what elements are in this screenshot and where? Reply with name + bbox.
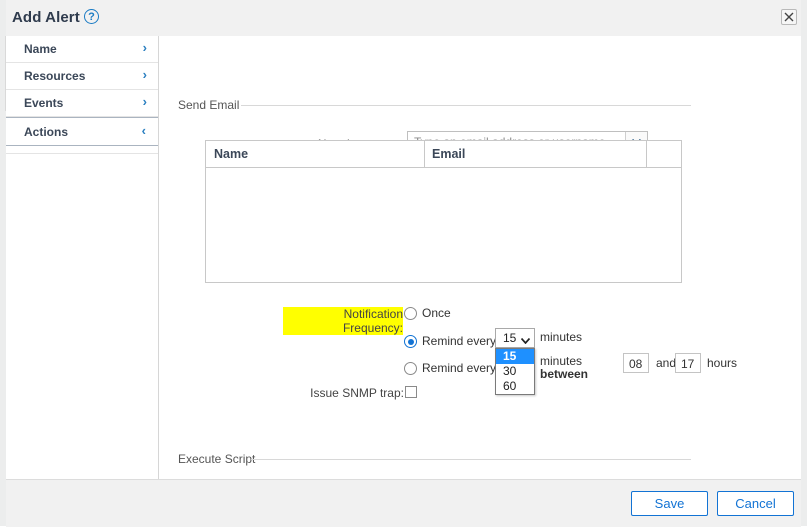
notification-frequency-label: Notification Frequency: (283, 307, 403, 335)
minutes-option-30[interactable]: 30 (496, 364, 534, 379)
dialog-title: Add Alert (12, 9, 80, 26)
start-hour-input[interactable]: 08 (623, 353, 649, 373)
snmp-trap-label: Issue SNMP trap: (309, 386, 404, 400)
end-hour-value: 17 (681, 357, 694, 371)
chevron-right-icon: › (143, 67, 147, 82)
execute-script-section-rule (251, 459, 691, 460)
minutes-between-label-line2: between (540, 367, 588, 381)
sidebar-item-name[interactable]: Name › (6, 36, 159, 63)
minutes-option-60[interactable]: 60 (496, 379, 534, 394)
end-hour-input[interactable]: 17 (675, 353, 701, 373)
add-alert-dialog: Add Alert ? Name › Resources › (6, 0, 801, 526)
page-right-edge (801, 0, 807, 526)
save-button[interactable]: Save (631, 491, 708, 516)
column-header-email: Email (432, 147, 465, 161)
question-circle-icon[interactable]: ? (84, 9, 99, 24)
hours-label: hours (707, 356, 737, 370)
dialog-titlebar: Add Alert ? (6, 0, 801, 37)
dialog-footer: Save Cancel (6, 479, 801, 527)
sidebar-item-events[interactable]: Events › (6, 90, 159, 117)
minutes-select-dropdown[interactable]: 15 30 60 (495, 348, 535, 395)
close-x-glyph (784, 12, 794, 22)
radio-remind-every-between[interactable] (404, 362, 417, 375)
recipients-table-header: Name Email (206, 141, 681, 168)
sidebar-item-actions[interactable]: Actions ‹ (6, 117, 159, 146)
chevron-down-glyph (521, 338, 530, 344)
radio-once[interactable] (404, 307, 417, 320)
minutes-select[interactable]: 15 (495, 328, 535, 348)
panel-divider (158, 36, 159, 479)
start-hour-value: 08 (629, 357, 642, 371)
radio-once-label: Once (422, 306, 451, 320)
chevron-down-icon (521, 333, 530, 347)
and-label: and (656, 356, 676, 370)
send-email-section-title: Send Email (178, 98, 246, 112)
radio-remind-every-minutes-label: Remind every (422, 334, 496, 348)
chevron-left-icon: ‹ (142, 123, 146, 138)
radio-remind-every-between-label: Remind every (422, 361, 496, 375)
dialog-body: Name › Resources › Events › Actions ‹ (6, 36, 801, 479)
chevron-right-icon: › (143, 94, 147, 109)
minutes-option-15[interactable]: 15 (496, 349, 534, 364)
chevron-right-icon: › (143, 40, 147, 55)
sidebar-item-label: Events (24, 96, 63, 110)
minutes-between-label-line1: minutes (540, 354, 582, 368)
cancel-button[interactable]: Cancel (717, 491, 794, 516)
send-email-section-rule (241, 105, 691, 106)
wizard-sidebar: Name › Resources › Events › Actions ‹ (6, 36, 159, 146)
radio-remind-every-minutes[interactable] (404, 335, 417, 348)
sidebar-item-label: Resources (24, 69, 85, 83)
actions-panel: Send Email Alert these users: Type an em… (159, 36, 801, 479)
snmp-trap-checkbox[interactable] (405, 386, 417, 398)
sidebar-bottom-divider (6, 153, 159, 154)
column-header-name: Name (214, 147, 248, 161)
execute-script-section-title: Execute Script (178, 452, 262, 466)
column-divider (646, 141, 647, 168)
minutes-select-value: 15 (503, 331, 516, 345)
screen-root: Add Alert ? Name › Resources › (0, 0, 807, 526)
recipients-table: Name Email (205, 140, 682, 283)
column-divider (424, 141, 425, 168)
sidebar-item-label: Actions (24, 125, 68, 139)
minutes-unit-label: minutes (540, 330, 582, 344)
close-icon[interactable] (781, 9, 797, 25)
sidebar-item-label: Name (24, 42, 57, 56)
sidebar-item-resources[interactable]: Resources › (6, 63, 159, 90)
